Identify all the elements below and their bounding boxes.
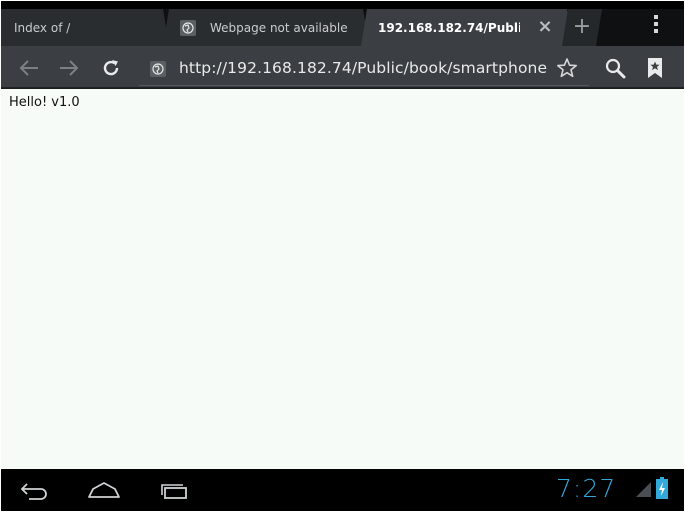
globe-favicon-icon — [150, 61, 166, 77]
back-arrow-icon[interactable] — [16, 55, 42, 81]
tab-strip: Index of / Webpage not available 192.168… — [1, 1, 684, 46]
reload-icon[interactable] — [98, 55, 124, 81]
star-icon[interactable] — [554, 55, 580, 81]
bookmarks-icon[interactable] — [642, 55, 668, 81]
tab-active[interactable]: 192.168.182.74/Public/book/smartphone-we… — [361, 9, 573, 46]
web-content: Hello! v1.0 — [1, 89, 684, 469]
page-text: Hello! v1.0 — [9, 95, 80, 110]
nav-back-icon[interactable] — [15, 477, 55, 503]
toolbar: http://192.168.182.74/Public/book/smartp… — [1, 46, 684, 88]
tab-title: 192.168.182.74/Public/book/smartphone-we… — [378, 20, 520, 35]
search-icon[interactable] — [602, 55, 628, 81]
tab-webpage-not-available[interactable]: Webpage not available — [163, 9, 369, 46]
close-icon[interactable]: × — [537, 19, 553, 35]
tab-title: Webpage not available — [210, 20, 348, 35]
omnibox[interactable]: http://192.168.182.74/Public/book/smartp… — [139, 49, 589, 86]
globe-favicon-icon — [180, 20, 196, 36]
url-text[interactable]: http://192.168.182.74/Public/book/smartp… — [179, 59, 547, 79]
overflow-menu-icon[interactable] — [644, 11, 668, 37]
system-bar: 7:27 — [1, 469, 684, 511]
browser-window: Index of / Webpage not available 192.168… — [1, 1, 684, 511]
forward-arrow-icon[interactable] — [56, 55, 82, 81]
tab-index[interactable]: Index of / — [1, 9, 169, 46]
new-tab-button[interactable]: + — [562, 9, 602, 46]
signal-icon — [635, 481, 652, 498]
battery-charging-icon — [656, 477, 668, 499]
clock: 7:27 — [556, 474, 617, 503]
nav-recent-apps-icon[interactable] — [153, 477, 193, 503]
nav-home-icon[interactable] — [84, 477, 124, 503]
tab-title: Index of / — [14, 20, 71, 35]
